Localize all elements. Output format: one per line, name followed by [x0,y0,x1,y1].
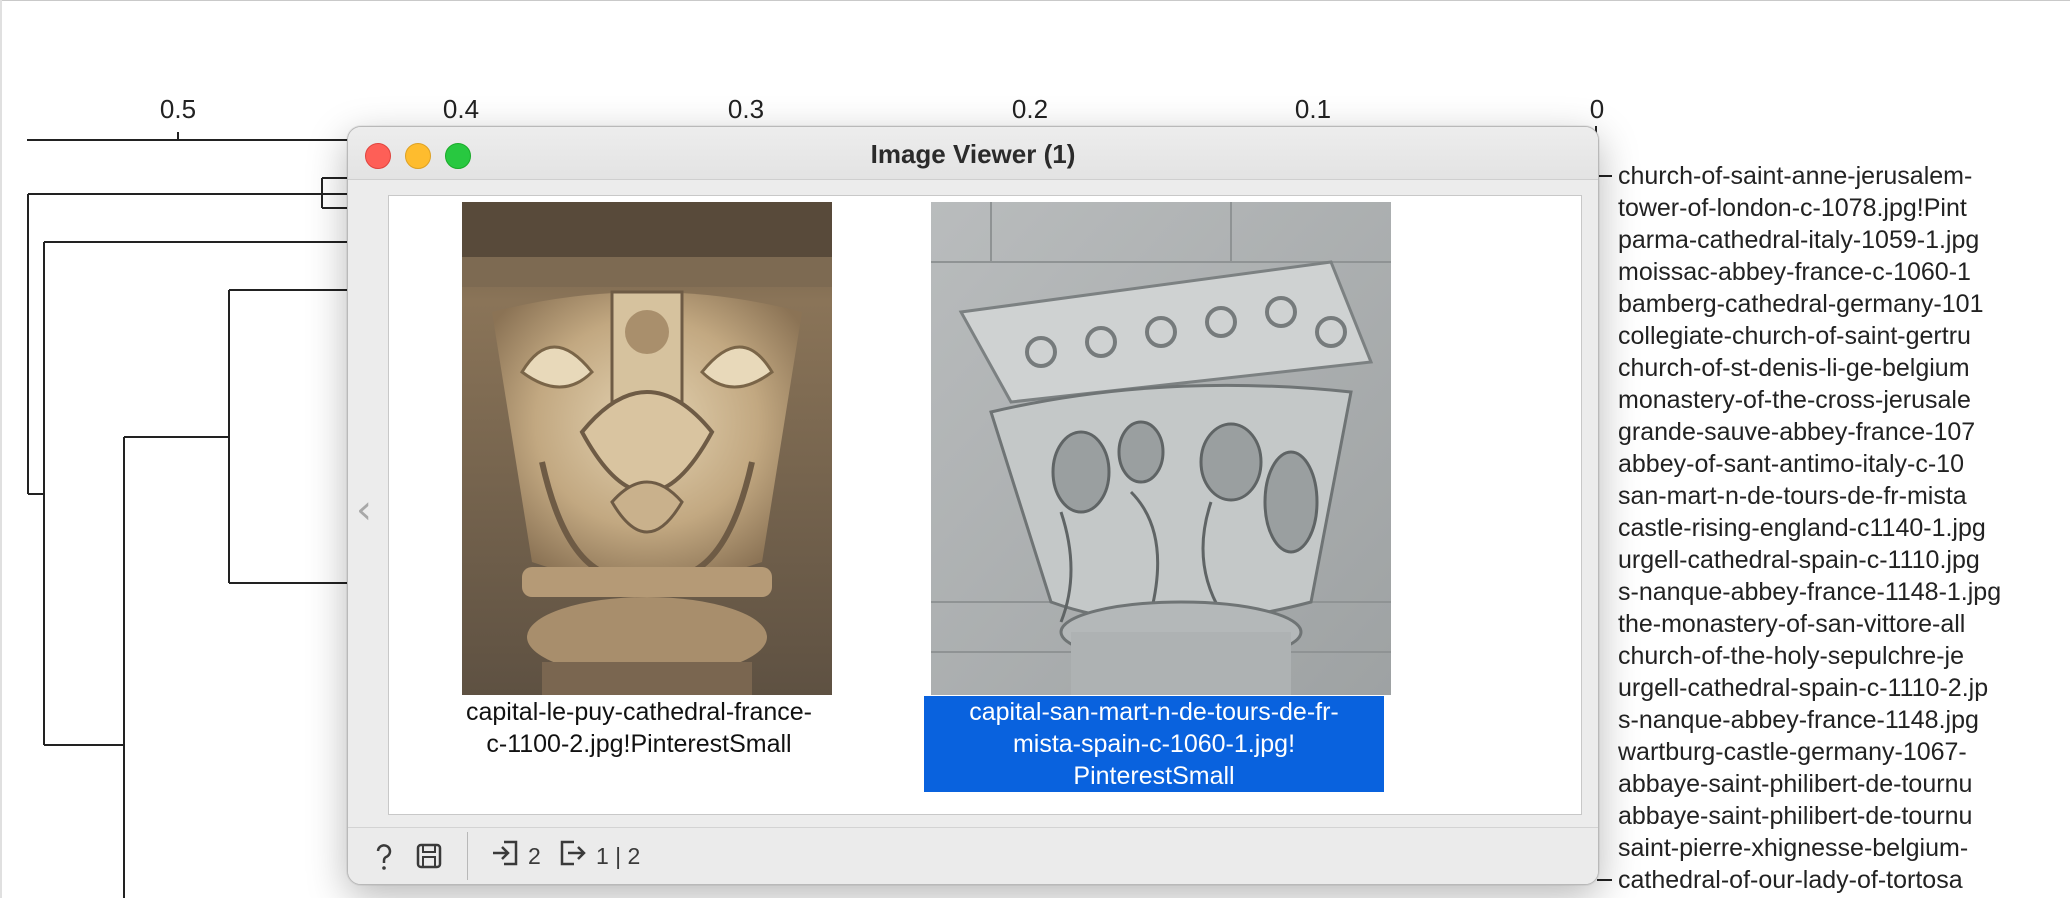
image-caption-selected[interactable]: capital-san-mart-n-de-tours-de-fr- mista… [924,696,1384,792]
save-icon[interactable] [415,838,443,874]
leaf-label[interactable]: saint-pierre-xhignesse-belgium- [1618,832,2070,864]
leaf-label[interactable]: s-nanque-abbey-france-1148-1.jpg [1618,576,2070,608]
input-icon [490,838,520,874]
scale-tick-label: 0.2 [1011,94,1049,124]
title-bar[interactable]: Image Viewer (1) [348,127,1598,180]
leaf-label[interactable]: church-of-st-denis-li-ge-belgium [1618,352,2070,384]
scale-tick-label: 0.3 [727,94,765,124]
leaf-label[interactable]: monastery-of-the-cross-jerusale [1618,384,2070,416]
leaf-label[interactable]: castle-rising-england-c1140-1.jpg [1618,512,2070,544]
status-toolbar: 2 1 | 2 [348,827,1598,884]
leaf-label[interactable]: grande-sauve-abbey-france-107 [1618,416,2070,448]
leaf-label[interactable]: church-of-the-holy-sepulchre-je [1618,640,2070,672]
toolbar-divider [467,832,468,880]
leaf-label[interactable]: bamberg-cathedral-germany-101 [1618,288,2070,320]
leaf-label[interactable]: tower-of-london-c-1078.jpg!Pint [1618,192,2070,224]
scale-tick-label: 0.4 [442,94,480,124]
thumbnail-image-selected[interactable] [931,202,1391,695]
output-indicator[interactable]: 1 | 2 [558,838,640,874]
leaf-label[interactable]: the-monastery-of-san-vittore-all [1618,608,2070,640]
scale-tick-label: 0 [1589,94,1605,124]
leaf-label[interactable]: abbaye-saint-philibert-de-tournu [1618,800,2070,832]
scale-tick-label: 0.1 [1294,94,1332,124]
image-viewer-window: Image Viewer (1) ‹ capital-le-puy-cathed… [347,126,1599,885]
dendrogram-leaf-labels: church-of-saint-anne-jerusalem- tower-of… [1618,160,2070,896]
leaf-label[interactable]: abbey-of-sant-antimo-italy-c-10 [1618,448,2070,480]
leaf-label[interactable]: church-of-saint-anne-jerusalem- [1618,160,2070,192]
leaf-label[interactable]: abbaye-saint-philibert-de-tournu [1618,768,2070,800]
chevron-left-icon[interactable]: ‹ [356,487,372,533]
scale-tick-label: 0.5 [159,94,197,124]
image-caption[interactable]: capital-le-puy-cathedral-france- c-1100-… [429,696,849,760]
image-gallery: capital-le-puy-cathedral-france- c-1100-… [388,195,1582,815]
leaf-label[interactable]: urgell-cathedral-spain-c-1110-2.jp [1618,672,2070,704]
input-count: 2 [528,842,541,869]
leaf-label[interactable]: urgell-cathedral-spain-c-1110.jpg [1618,544,2070,576]
leaf-label[interactable]: san-mart-n-de-tours-de-fr-mista [1618,480,2070,512]
leaf-label[interactable]: cathedral-of-our-lady-of-tortosa [1618,864,2070,896]
input-indicator[interactable]: 2 [490,838,541,874]
leaf-label[interactable]: moissac-abbey-france-c-1060-1 [1618,256,2070,288]
thumbnail-image[interactable] [462,202,832,695]
window-title: Image Viewer (1) [870,139,1076,169]
output-count: 1 | 2 [596,842,641,869]
output-icon [558,838,588,874]
leaf-label[interactable]: wartburg-castle-germany-1067- [1618,736,2070,768]
leaf-label[interactable]: s-nanque-abbey-france-1148.jpg [1618,704,2070,736]
leaf-label[interactable]: parma-cathedral-italy-1059-1.jpg [1618,224,2070,256]
help-icon[interactable] [370,838,398,874]
leaf-label[interactable]: collegiate-church-of-saint-gertru [1618,320,2070,352]
